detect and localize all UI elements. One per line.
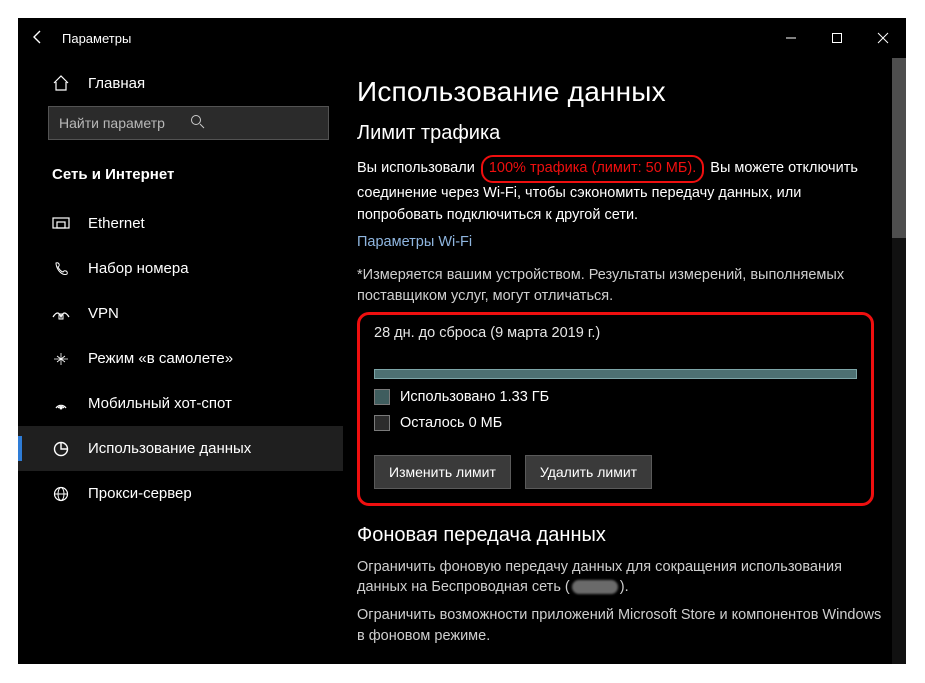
wifi-settings-link[interactable]: Параметры Wi-Fi xyxy=(357,234,472,250)
traffic-desc: Вы использовали 100% трафика (лимит: 50 … xyxy=(357,155,882,226)
traffic-limit-title: Лимит трафика xyxy=(357,122,882,145)
nav-label: Ethernet xyxy=(88,215,145,232)
phone-icon xyxy=(52,261,70,277)
search-placeholder: Найти параметр xyxy=(59,115,190,131)
swatch-left xyxy=(374,415,390,431)
main-content: Использование данных Лимит трафика Вы ис… xyxy=(343,58,906,664)
sidebar-item-dialup[interactable]: Набор номера xyxy=(18,246,343,291)
background-p2: Ограничить возможности приложений Micros… xyxy=(357,605,882,646)
nav-label: Режим «в самолете» xyxy=(88,350,233,367)
close-button[interactable] xyxy=(860,18,906,58)
search-input[interactable]: Найти параметр xyxy=(48,106,329,140)
page-title: Использование данных xyxy=(357,76,882,108)
proxy-icon xyxy=(52,486,70,502)
legend-left: Осталось 0 МБ xyxy=(374,415,857,431)
sidebar: Главная Найти параметр Сеть и Интернет E… xyxy=(18,58,343,664)
sidebar-item-hotspot[interactable]: Мобильный хот-спот xyxy=(18,381,343,426)
airplane-icon xyxy=(52,351,70,367)
nav-label: VPN xyxy=(88,305,119,322)
scrollbar-track[interactable] xyxy=(892,58,906,664)
usage-bar xyxy=(374,369,857,379)
sidebar-category: Сеть и Интернет xyxy=(18,160,343,201)
background-title: Фоновая передача данных xyxy=(357,524,882,547)
scrollbar-thumb[interactable] xyxy=(892,58,906,238)
vpn-icon xyxy=(52,307,70,321)
maximize-button[interactable] xyxy=(814,18,860,58)
background-p1: Ограничить фоновую передачу данных для с… xyxy=(357,557,882,598)
legend-used: Использовано 1.33 ГБ xyxy=(374,389,857,405)
hotspot-icon xyxy=(52,397,70,411)
sidebar-item-ethernet[interactable]: Ethernet xyxy=(18,201,343,246)
traffic-highlight: 100% трафика (лимит: 50 МБ). xyxy=(481,155,704,183)
home-label: Главная xyxy=(88,75,145,92)
sidebar-item-proxy[interactable]: Прокси-сервер xyxy=(18,471,343,516)
ethernet-icon xyxy=(52,217,70,231)
window-controls xyxy=(768,18,906,58)
data-usage-icon xyxy=(52,441,70,457)
home-nav[interactable]: Главная xyxy=(18,64,343,106)
reset-countdown: 28 дн. до сброса (9 марта 2019 г.) xyxy=(374,325,857,341)
swatch-used xyxy=(374,389,390,405)
usage-bar-fill xyxy=(375,370,856,378)
minimize-button[interactable] xyxy=(768,18,814,58)
nav-label: Прокси-сервер xyxy=(88,485,192,502)
nav-label: Мобильный хот-спот xyxy=(88,395,232,412)
sidebar-nav: Ethernet Набор номера VPN Режим «в самол… xyxy=(18,201,343,516)
sidebar-item-vpn[interactable]: VPN xyxy=(18,291,343,336)
settings-window: Параметры Главная Найти параметр xyxy=(18,18,906,664)
titlebar: Параметры xyxy=(18,18,906,58)
measurement-note: *Измеряется вашим устройством. Результат… xyxy=(357,265,882,306)
sidebar-item-airplane[interactable]: Режим «в самолете» xyxy=(18,336,343,381)
back-button[interactable] xyxy=(18,29,58,48)
home-icon xyxy=(52,74,70,92)
change-limit-button[interactable]: Изменить лимит xyxy=(374,455,511,489)
nav-label: Использование данных xyxy=(88,440,251,457)
window-title: Параметры xyxy=(58,31,768,46)
limit-panel: 28 дн. до сброса (9 марта 2019 г.) Испол… xyxy=(357,312,874,506)
redacted-network-name xyxy=(572,580,618,594)
remove-limit-button[interactable]: Удалить лимит xyxy=(525,455,652,489)
nav-label: Набор номера xyxy=(88,260,189,277)
search-icon xyxy=(190,114,321,132)
sidebar-item-data-usage[interactable]: Использование данных xyxy=(18,426,343,471)
